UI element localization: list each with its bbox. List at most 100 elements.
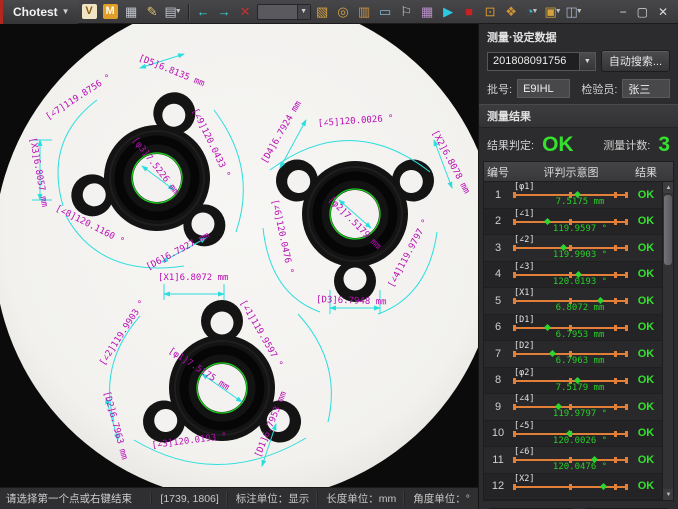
table-row[interactable]: 10[∠5]120.0026 °OK bbox=[484, 421, 662, 448]
table-row[interactable]: 6[D1]6.7953 mmOK bbox=[484, 315, 662, 342]
grid-button[interactable]: ▦ bbox=[418, 2, 437, 21]
maximize-button[interactable]: ▢ bbox=[637, 5, 648, 19]
measured-value: 7.5179 mm bbox=[521, 383, 639, 393]
play-button[interactable]: ▶ bbox=[439, 2, 458, 21]
measured-value: 119.9797 ° bbox=[521, 409, 639, 419]
judgment-diagram: [∠6]120.0476 ° bbox=[512, 447, 630, 473]
scrollbar-thumb[interactable] bbox=[664, 195, 672, 265]
row-number: 5 bbox=[484, 288, 512, 314]
marker-button[interactable]: ⚐ bbox=[397, 2, 416, 21]
chevron-down-icon[interactable]: ▼ bbox=[532, 8, 539, 15]
dataset-dropdown[interactable]: 201808091756 ▼ bbox=[487, 52, 596, 71]
feature-label: [∠5] bbox=[514, 421, 534, 431]
length-unit: 长度单位：mm bbox=[317, 491, 404, 506]
delete-icon: ✕ bbox=[240, 5, 251, 18]
scroll-up-icon[interactable]: ▲ bbox=[663, 182, 673, 193]
chevron-down-icon[interactable]: ▼ bbox=[555, 8, 562, 15]
dataset-value: 201808091756 bbox=[488, 55, 579, 67]
table-row[interactable]: 1[φ1]7.5175 mmOK bbox=[484, 182, 662, 209]
doc-v-icon: V bbox=[82, 4, 97, 19]
row-number: 8 bbox=[484, 368, 512, 394]
inspector-field[interactable]: 张三 bbox=[622, 79, 670, 98]
table-row[interactable]: 12[X2]OK bbox=[484, 474, 662, 501]
back-arrow-button[interactable]: ← bbox=[194, 2, 213, 21]
application-window: Chotest ▼ VM▦✎▤▼←→✕▼▧◎▥▭⚐▦▶■⊡❖◔▼▣▼◫▼ − ▢… bbox=[0, 0, 678, 509]
status-hint: 请选择第一个点或右键结束 bbox=[0, 491, 151, 506]
panel-buttons: 测量 报告 bbox=[479, 501, 678, 509]
brand-label: Chotest bbox=[13, 5, 58, 19]
chotest-menu[interactable]: Chotest ▼ bbox=[0, 0, 78, 24]
feature-label: [φ2] bbox=[514, 368, 534, 378]
delete-button[interactable]: ✕ bbox=[236, 2, 255, 21]
judge-row: 结果判定: OK 测量计数: 3 bbox=[479, 130, 678, 157]
monitor-icon: ▭ bbox=[379, 5, 391, 18]
judgment-diagram: [∠1]119.9597 ° bbox=[512, 209, 630, 235]
print-button[interactable]: ▤▼ bbox=[164, 2, 183, 21]
judgment-diagram: [X2] bbox=[512, 474, 630, 500]
ruler-button[interactable]: ▥ bbox=[355, 2, 374, 21]
scatter-capture-button[interactable]: ❖ bbox=[502, 2, 521, 21]
auto-search-button[interactable]: 自动搜索... bbox=[601, 50, 670, 72]
count-label: 测量计数: bbox=[603, 137, 650, 153]
image-search-button[interactable]: ▧ bbox=[313, 2, 332, 21]
table-row[interactable]: 2[∠1]119.9597 °OK bbox=[484, 209, 662, 236]
image-search-icon: ▧ bbox=[316, 5, 328, 18]
tolerance-bar bbox=[514, 247, 626, 249]
measured-value-marker bbox=[600, 482, 607, 489]
preset-combobox[interactable]: ▼ bbox=[257, 4, 311, 20]
record-button[interactable]: ■ bbox=[460, 2, 479, 21]
table-row[interactable]: 7[D2]6.7963 mmOK bbox=[484, 341, 662, 368]
scroll-down-icon[interactable]: ▼ bbox=[663, 489, 673, 500]
doc-m-button[interactable]: M bbox=[101, 2, 120, 21]
tolerance-bar bbox=[514, 300, 626, 302]
forward-arrow-button[interactable]: → bbox=[215, 2, 234, 21]
monitor-button[interactable]: ▭ bbox=[376, 2, 395, 21]
main-toolbar: Chotest ▼ VM▦✎▤▼←→✕▼▧◎▥▭⚐▦▶■⊡❖◔▼▣▼◫▼ − ▢… bbox=[0, 0, 678, 24]
ruler-icon: ▥ bbox=[358, 5, 370, 18]
timer-button[interactable]: ◔▼ bbox=[523, 2, 542, 21]
judgment-diagram: [φ1]7.5175 mm bbox=[512, 182, 630, 208]
chevron-down-icon[interactable]: ▼ bbox=[175, 8, 182, 15]
table-row[interactable]: 9[∠4]119.9797 °OK bbox=[484, 394, 662, 421]
marker-icon: ⚐ bbox=[400, 5, 412, 18]
close-button[interactable]: ✕ bbox=[658, 5, 668, 19]
tolerance-bar bbox=[514, 380, 626, 382]
table-row[interactable]: 5[X1]6.8072 mmOK bbox=[484, 288, 662, 315]
scatter-capture-icon: ❖ bbox=[505, 5, 517, 18]
chevron-down-icon[interactable]: ▼ bbox=[579, 53, 595, 70]
edit-button[interactable]: ✎ bbox=[143, 2, 162, 21]
table-row[interactable]: 4[∠3]120.0193 °OK bbox=[484, 262, 662, 289]
camera-viewport[interactable]: [D5]6.8135 mm [∠7]119.8756 ° [∠9]120.043… bbox=[0, 24, 478, 487]
measured-value: 119.9903 ° bbox=[521, 250, 639, 260]
capture-region-button[interactable]: ⊡ bbox=[481, 2, 500, 21]
judgment-diagram: [D1]6.7953 mm bbox=[512, 315, 630, 341]
table-row[interactable]: 3[∠2]119.9903 °OK bbox=[484, 235, 662, 262]
batch-field[interactable]: E9IHL bbox=[517, 79, 570, 98]
back-arrow-icon: ← bbox=[197, 5, 210, 18]
table-row[interactable]: 11[∠6]120.0476 °OK bbox=[484, 447, 662, 474]
play-icon: ▶ bbox=[443, 5, 453, 18]
table-scrollbar[interactable]: ▲ ▼ bbox=[662, 182, 673, 500]
zoom-search-icon: ◎ bbox=[337, 5, 348, 18]
layers-button[interactable]: ▣▼ bbox=[544, 2, 563, 21]
zoom-search-button[interactable]: ◎ bbox=[334, 2, 353, 21]
batch-label: 批号: bbox=[487, 81, 512, 97]
row-number: 6 bbox=[484, 315, 512, 341]
feature-label: [∠6] bbox=[514, 447, 534, 457]
camera-settings-button[interactable]: ◫▼ bbox=[565, 2, 584, 21]
tolerance-bar bbox=[514, 194, 626, 196]
tolerance-tick bbox=[614, 484, 617, 490]
feature-label: [D1] bbox=[514, 315, 534, 325]
chevron-down-icon[interactable]: ▼ bbox=[297, 5, 310, 19]
forward-arrow-icon: → bbox=[218, 5, 231, 18]
minimize-button[interactable]: − bbox=[620, 5, 627, 19]
table-row[interactable]: 8[φ2]7.5179 mmOK bbox=[484, 368, 662, 395]
save-button[interactable]: ▦ bbox=[122, 2, 141, 21]
tolerance-tick bbox=[513, 272, 516, 278]
results-header: 测量结果 bbox=[479, 104, 678, 128]
chevron-down-icon: ▼ bbox=[62, 7, 70, 16]
doc-v-button[interactable]: V bbox=[80, 2, 99, 21]
chevron-down-icon[interactable]: ▼ bbox=[576, 8, 583, 15]
edit-icon: ✎ bbox=[147, 5, 158, 18]
row-number: 10 bbox=[484, 421, 512, 447]
